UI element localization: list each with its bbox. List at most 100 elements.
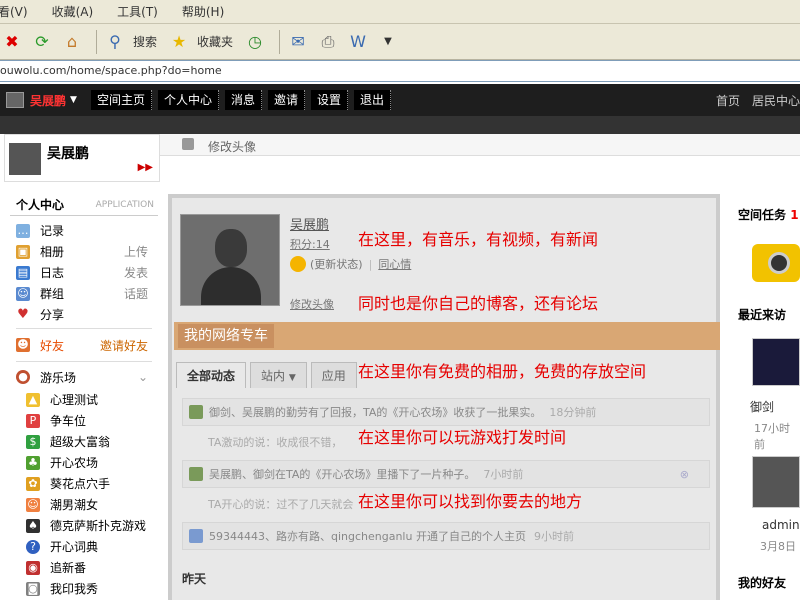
- history-icon[interactable]: ◷: [243, 30, 267, 54]
- nav-user-menu[interactable]: 吴展鹏 ▼: [6, 90, 85, 110]
- site-nav: 吴展鹏 ▼ 空间主页 个人中心 消息 邀请 设置 退出 首页 居民中心: [0, 84, 800, 116]
- double-arrow-icon[interactable]: ▶▶: [138, 162, 153, 173]
- sidebar-game-poker[interactable]: ♠ 德克萨斯扑克游戏: [10, 515, 158, 536]
- address-bar[interactable]: ouwolu.com/home/space.php?do=home: [0, 60, 800, 82]
- chevron-down-icon: ▼: [70, 95, 77, 105]
- search-button[interactable]: 搜索: [133, 33, 157, 50]
- nav-resident-center-link[interactable]: 居民中心: [752, 92, 800, 109]
- chevron-down-icon[interactable]: ▼: [376, 30, 400, 54]
- sidebar-game-parking[interactable]: P 争车位: [10, 410, 158, 431]
- favorites-button[interactable]: 收藏夹: [197, 33, 233, 50]
- visitor-avatar[interactable]: [752, 456, 800, 508]
- divider: [16, 328, 152, 329]
- same-mood-link[interactable]: 同心情: [378, 256, 411, 272]
- sidebar-item-groups[interactable]: ☺ 群组 话题: [10, 283, 158, 304]
- sprout-icon: [189, 467, 203, 481]
- menu-tools[interactable]: 工具(T): [117, 3, 158, 20]
- edit-avatar-link[interactable]: 修改头像: [208, 138, 256, 155]
- nav-space-home[interactable]: 空间主页: [90, 90, 152, 110]
- avatar[interactable]: [9, 143, 41, 175]
- menu-favorites[interactable]: 收藏(A): [52, 3, 94, 20]
- feed-item-comment: TA开心的说：过不了几天就会: [208, 498, 354, 511]
- toolbar-divider: [96, 29, 97, 54]
- user-icon: [182, 138, 194, 150]
- main-panel: 吴展鹏 积分:14 (更新状态) | 同心情 修改头像 我的网络专车 全部动态 …: [172, 198, 720, 600]
- poker-icon: ♠: [26, 518, 40, 533]
- edit-avatar-bar: 修改头像: [160, 134, 800, 156]
- update-status-link[interactable]: (更新状态): [310, 256, 363, 272]
- sidebar-game-fashion[interactable]: ☺ 潮男潮女: [10, 494, 158, 515]
- overlay-line-2: 同时也是你自己的博客，还有论坛: [358, 294, 599, 313]
- header-stripe: [0, 116, 800, 134]
- feed-item-comment: TA激动的说：收成很不错，: [208, 436, 343, 449]
- edit-avatar-main-link[interactable]: 修改头像: [290, 296, 334, 312]
- task-count: 1: [790, 208, 799, 222]
- sidebar-game-anime[interactable]: ◉ 追新番: [10, 557, 158, 578]
- browser-menubar: 看(V) 收藏(A) 工具(T) 帮助(H): [0, 0, 800, 24]
- score-link[interactable]: 积分:14: [290, 236, 330, 252]
- main-content: 吴展鹏 积分:14 (更新状态) | 同心情 修改头像 我的网络专车 全部动态 …: [168, 194, 720, 600]
- stop-icon[interactable]: ✖: [0, 30, 24, 54]
- sidebar-item-friends[interactable]: ☻ 好友 邀请好友: [10, 332, 158, 358]
- homepage-icon: [189, 529, 203, 543]
- feed-item: 御剑、吴展鹏的勤劳有了回报，TA的《开心农场》收获了一批果实。 18分钟前: [182, 398, 710, 426]
- refresh-icon[interactable]: ⟳: [30, 30, 54, 54]
- status-row: (更新状态) | 同心情: [290, 256, 411, 272]
- home-icon[interactable]: ⌂: [60, 30, 84, 54]
- print-icon[interactable]: ⎙: [316, 30, 340, 54]
- nav-invite[interactable]: 邀请: [267, 90, 305, 110]
- sidebar-item-share[interactable]: ♥ 分享: [10, 304, 158, 325]
- sidebar-game-sunflower[interactable]: ✿ 葵花点穴手: [10, 473, 158, 494]
- parking-icon: P: [26, 413, 40, 428]
- nav-messages[interactable]: 消息: [224, 90, 262, 110]
- sidebar-game-myshow[interactable]: ◙ 我印我秀: [10, 578, 158, 599]
- sidebar-game-monopoly[interactable]: $ 超级大富翁: [10, 431, 158, 452]
- sidebar-item-blog[interactable]: ▤ 日志 发表: [10, 262, 158, 283]
- chevron-down-icon[interactable]: ⌄: [138, 370, 148, 384]
- tab-apps[interactable]: 应用: [310, 362, 357, 388]
- smile-icon: [290, 256, 306, 272]
- nav-home-link[interactable]: 首页: [716, 92, 740, 109]
- sidebar-item-playground[interactable]: ● 游乐场 ⌄: [10, 365, 158, 389]
- upload-link[interactable]: 上传: [124, 243, 148, 260]
- nav-personal-center[interactable]: 个人中心: [157, 90, 219, 110]
- search-icon[interactable]: ⚲: [103, 30, 127, 54]
- sidebar-title: 个人中心: [16, 198, 65, 212]
- banner-title: 我的网络专车: [178, 324, 274, 348]
- tab-all-activity[interactable]: 全部动态: [176, 362, 247, 388]
- feed-item: 吴展鹏、御剑在TA的《开心农场》里播下了一片种子。 7小时前 ⊗: [182, 460, 710, 488]
- menu-help[interactable]: 帮助(H): [182, 3, 224, 20]
- visitor-time: 17小时前: [754, 422, 790, 451]
- sidebar-header: 个人中心 APPLICATION: [10, 194, 158, 216]
- profile-name[interactable]: 吴展鹏: [47, 143, 89, 163]
- sidebar-item-records[interactable]: … 记录: [10, 220, 158, 241]
- overlay-line-3: 在这里你有免费的相册，免费的存放空间: [358, 362, 647, 381]
- main-username[interactable]: 吴展鹏: [290, 214, 329, 233]
- topic-link[interactable]: 话题: [124, 285, 148, 302]
- visitor-avatar[interactable]: [752, 338, 800, 386]
- invite-friend-link[interactable]: 邀请好友: [100, 337, 148, 354]
- right-sidebar: 空间任务 1 最近来访 御剑 17小时前 admin 3月8日 我的好友: [728, 194, 800, 600]
- nav-logout[interactable]: 退出: [354, 90, 392, 110]
- money-icon: $: [26, 434, 40, 449]
- visitor-name[interactable]: 御剑: [750, 398, 774, 415]
- nav-settings[interactable]: 设置: [311, 90, 349, 110]
- mail-icon[interactable]: ✉: [286, 30, 310, 54]
- tab-onsite[interactable]: 站内 ▼: [250, 362, 307, 388]
- triangle-icon: ▲: [26, 392, 40, 407]
- banner-bar: 我的网络专车: [174, 322, 720, 350]
- sidebar-item-album[interactable]: ▣ 相册 上传: [10, 241, 158, 262]
- sidebar-game-psych-test[interactable]: ▲ 心理测试: [10, 389, 158, 410]
- friend-icon: ☻: [16, 338, 30, 352]
- avatar[interactable]: [180, 214, 280, 306]
- visitor-name[interactable]: admin: [762, 518, 800, 532]
- show-icon: ◙: [26, 581, 40, 596]
- publish-link[interactable]: 发表: [124, 264, 148, 281]
- close-icon[interactable]: ⊗: [680, 468, 689, 481]
- overlay-line-1: 在这里，有音乐，有视频，有新闻: [358, 230, 599, 249]
- star-icon[interactable]: ★: [167, 30, 191, 54]
- edit-icon[interactable]: W: [346, 30, 370, 54]
- sidebar-game-dictionary[interactable]: ? 开心词典: [10, 536, 158, 557]
- menu-view[interactable]: 看(V): [0, 3, 28, 20]
- sidebar-game-farm[interactable]: ♣ 开心农场: [10, 452, 158, 473]
